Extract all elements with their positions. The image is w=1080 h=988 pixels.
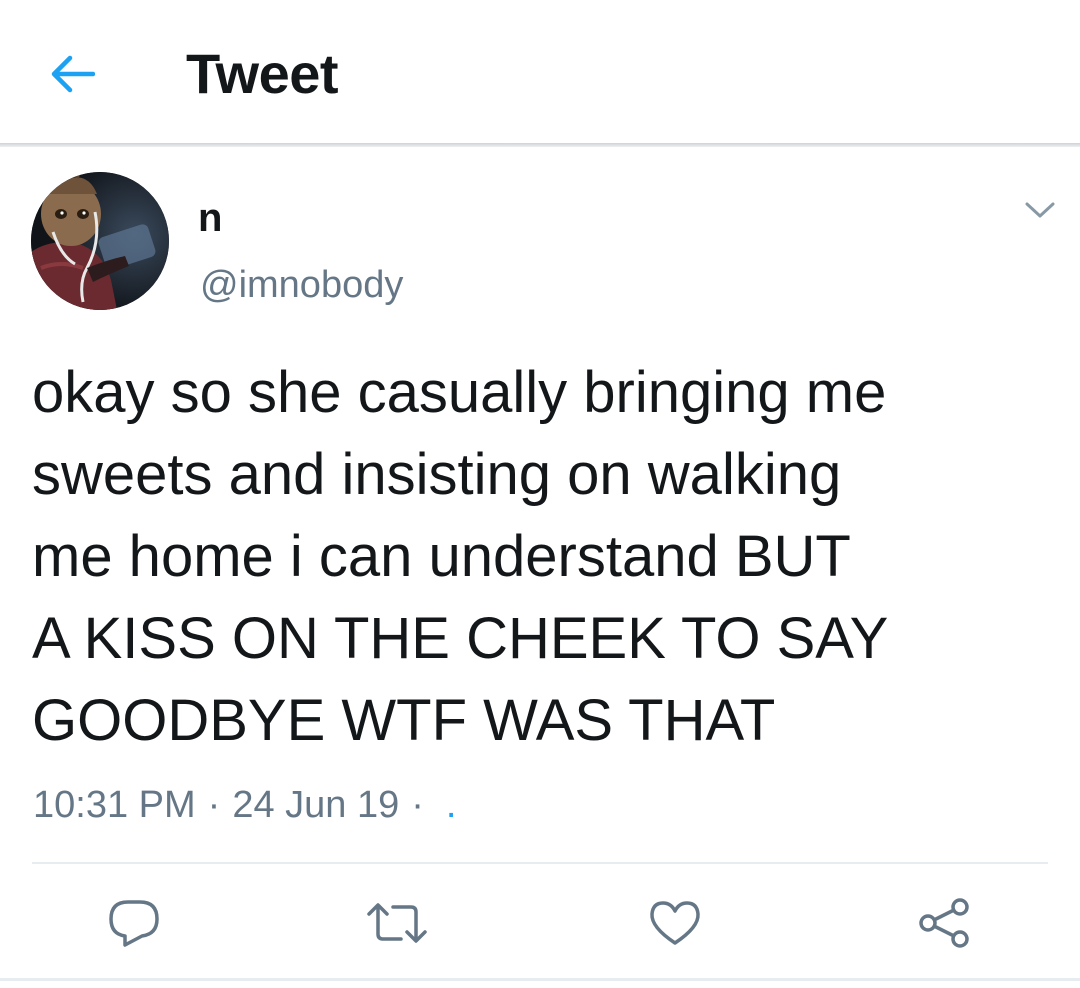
reply-button[interactable]	[101, 890, 167, 956]
retweet-button[interactable]	[364, 890, 430, 956]
tweet-source-link[interactable]: .	[446, 784, 457, 826]
back-button[interactable]	[44, 46, 100, 102]
actions-divider	[32, 862, 1048, 864]
arrow-left-icon	[51, 55, 95, 93]
author-handle[interactable]: @imnobody	[200, 261, 403, 309]
tweet-timestamp: 10:31 PM · 24 Jun 19 ·.	[33, 780, 456, 830]
header-divider	[0, 143, 1080, 147]
reply-icon	[109, 900, 159, 947]
share-icon	[919, 898, 969, 948]
tweet-menu-button[interactable]	[1018, 192, 1062, 228]
tweet-date: 24 Jun 19	[232, 784, 400, 826]
meta-separator: ·	[411, 784, 424, 826]
page-title: Tweet	[186, 42, 339, 105]
share-button[interactable]	[911, 890, 977, 956]
bottom-divider	[0, 978, 1080, 981]
heart-icon	[650, 901, 700, 945]
avatar-image	[31, 172, 169, 310]
like-button[interactable]	[642, 890, 708, 956]
retweet-icon	[367, 903, 427, 943]
avatar[interactable]	[31, 172, 169, 310]
meta-separator: ·	[207, 784, 221, 826]
chevron-down-icon	[1025, 202, 1055, 218]
author-display-name[interactable]: n	[198, 194, 222, 242]
tweet-text: okay so she casually bringing me sweets …	[32, 360, 889, 753]
top-app-bar: Tweet	[0, 0, 1080, 143]
tweet-time: 10:31 PM	[33, 784, 196, 826]
